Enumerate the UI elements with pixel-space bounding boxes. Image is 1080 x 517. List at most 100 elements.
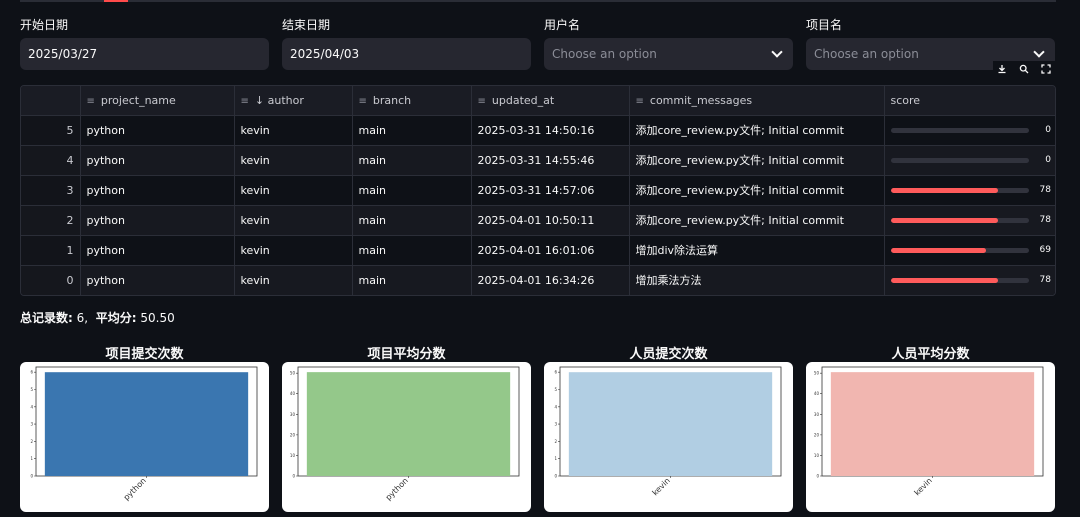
y-tick-label: 50 [290,371,296,376]
cell-score[interactable]: 78 [884,175,1055,206]
download-icon[interactable] [993,61,1011,77]
cell-score[interactable]: 78 [884,205,1055,236]
bar-chart-svg: 0 1 2 3 4 5 6 python [30,366,258,502]
cell-author[interactable]: kevin [234,265,353,295]
commits-table[interactable]: ≡ project_name ≡ ↓ author ≡ branch ≡ updated… [20,85,1056,296]
column-header-label: updated_at [491,93,555,107]
start-date-value: 2025/03/27 [28,47,98,61]
cell-project-name[interactable]: python [80,145,235,176]
start-date-filter: 开始日期 2025/03/27 [20,16,269,70]
y-tick-label: 4 [554,404,557,409]
score-progress-bar [890,217,1029,223]
chart-title: 项目平均分数 [367,347,446,362]
cell-branch[interactable]: main [352,145,472,176]
cell-branch[interactable]: main [352,235,472,266]
chevron-down-icon [1033,46,1045,58]
y-tick-label: 0 [554,474,557,479]
cell-branch[interactable]: main [352,265,472,295]
end-date-filter: 结束日期 2025/04/03 [282,16,531,70]
bar-chart-svg: 0 1 2 3 4 5 6 kevin [554,366,782,497]
y-tick-label: 20 [814,432,820,437]
fullscreen-icon[interactable] [1037,61,1055,77]
row-index: 0 [21,265,81,295]
cell-commit-messages[interactable]: 添加core_review.py文件; Initial commit [629,115,885,146]
chart-canvas: 0 10 20 30 40 50 kevin [806,362,1055,512]
y-tick-label: 0 [30,474,33,479]
x-tick-label: kevin [912,476,933,497]
column-header-author[interactable]: ≡ ↓ author [234,86,353,116]
table-row[interactable]: 2 python kevin main 2025-04-01 10:50:11 添加cor… [21,205,1055,236]
column-header-project-name[interactable]: ≡ project_name [80,86,235,116]
filter-bar: 开始日期 2025/03/27 结束日期 2025/04/03 用户名 Choo… [20,16,1056,70]
cell-project-name[interactable]: python [80,115,235,146]
record-count-label: 总记录数: [20,311,73,325]
end-date-input[interactable]: 2025/04/03 [282,38,531,70]
average-score-label: 平均分: [95,311,137,325]
cell-updated-at[interactable]: 2025-03-31 14:57:06 [471,175,630,206]
table-row[interactable]: 5 python kevin main 2025-03-31 14:50:16 添加cor… [21,115,1055,146]
cell-updated-at[interactable]: 2025-03-31 14:55:46 [471,145,630,176]
cell-updated-at[interactable]: 2025-04-01 16:01:06 [471,235,630,266]
bar [306,372,511,476]
cell-updated-at[interactable]: 2025-04-01 10:50:11 [471,205,630,236]
bar-chart-svg: 0 10 20 30 40 50 python [290,366,520,502]
table-row[interactable]: 4 python kevin main 2025-03-31 14:55:46 添加cor… [21,145,1055,176]
column-header-label: project_name [100,93,176,107]
x-tick-label: python [122,476,148,502]
cell-branch[interactable]: main [352,115,472,146]
cell-commit-messages[interactable]: 添加core_review.py文件; Initial commit [629,175,885,206]
y-tick-label: 6 [30,370,33,375]
summary-line: 总记录数: 6, 平均分: 50.50 [20,309,175,326]
cell-commit-messages[interactable]: 增加div除法运算 [629,235,885,266]
cell-commit-messages[interactable]: 添加core_review.py文件; Initial commit [629,145,885,176]
y-tick-label: 30 [814,412,820,417]
y-tick-label: 40 [814,391,820,396]
column-header-branch[interactable]: ≡ branch [352,86,472,116]
search-icon[interactable] [1015,61,1033,77]
cell-project-name[interactable]: python [80,265,235,295]
username-select[interactable]: Choose an option [544,38,793,70]
cell-score[interactable]: 69 [884,235,1055,266]
table-row[interactable]: 1 python kevin main 2025-04-01 16:01:06 增加div… [21,235,1055,266]
average-score-value: 50.50 [140,311,175,325]
y-tick-label: 30 [290,412,296,417]
cell-score[interactable]: 0 [884,115,1055,146]
column-header-updated-at[interactable]: ≡ updated_at [471,86,630,116]
cell-author[interactable]: kevin [234,115,353,146]
cell-score[interactable]: 0 [884,145,1055,176]
cell-updated-at[interactable]: 2025-03-31 14:50:16 [471,115,630,146]
row-index: 4 [21,145,81,176]
column-header-commit-messages[interactable]: ≡ commit_messages [629,86,885,116]
y-tick-label: 0 [816,474,819,479]
cell-score[interactable]: 78 [884,265,1055,295]
table-row[interactable]: 0 python kevin main 2025-04-01 16:34:26 增加乘法方… [21,265,1055,295]
cell-project-name[interactable]: python [80,205,235,236]
cell-commit-messages[interactable]: 添加core_review.py文件; Initial commit [629,205,885,236]
cell-author[interactable]: kevin [234,205,353,236]
column-header-label: branch [372,93,412,107]
chart-project-commits: 项目提交次数 0 1 2 3 4 5 6 python [20,343,269,512]
table-row[interactable]: 3 python kevin main 2025-03-31 14:57:06 添加cor… [21,175,1055,206]
chart-title: 人员平均分数 [891,347,970,362]
cell-updated-at[interactable]: 2025-04-01 16:34:26 [471,265,630,295]
end-date-label: 结束日期 [282,18,331,32]
score-value: 0 [1045,125,1051,135]
y-tick-label: 10 [290,453,296,458]
chart-canvas: 0 1 2 3 4 5 6 kevin [544,362,793,512]
start-date-input[interactable]: 2025/03/27 [20,38,269,70]
y-tick-label: 3 [30,422,33,427]
cell-branch[interactable]: main [352,175,472,206]
cell-commit-messages[interactable]: 增加乘法方法 [629,265,885,295]
row-index: 3 [21,175,81,206]
cell-project-name[interactable]: python [80,175,235,206]
column-header-label: score [890,93,921,107]
column-header-score[interactable]: score [884,86,1055,116]
cell-author[interactable]: kevin [234,175,353,206]
cell-author[interactable]: kevin [234,235,353,266]
cell-branch[interactable]: main [352,205,472,236]
cell-project-name[interactable]: python [80,235,235,266]
text-column-icon: ≡ [358,95,367,107]
bar [568,372,773,476]
active-tab-indicator [104,0,128,2]
cell-author[interactable]: kevin [234,145,353,176]
